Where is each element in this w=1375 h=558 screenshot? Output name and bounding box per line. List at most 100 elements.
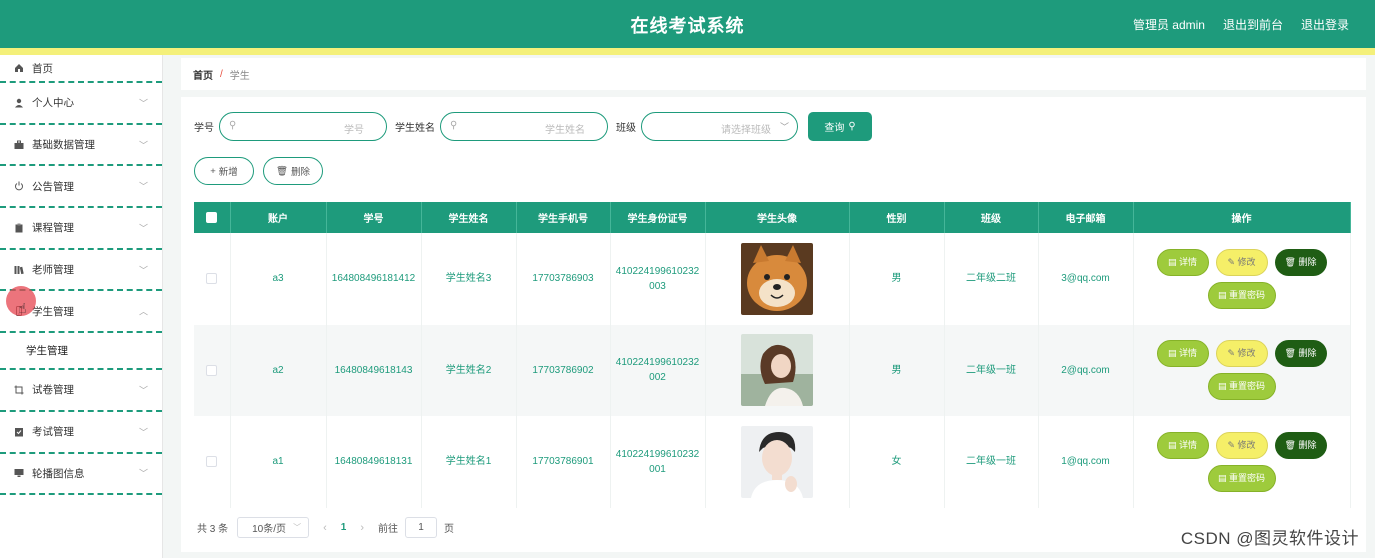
- document-icon: ▤: [1217, 472, 1229, 483]
- goto-page-input[interactable]: 1: [405, 517, 438, 538]
- logout-link[interactable]: 退出登录: [1301, 16, 1349, 33]
- query-button[interactable]: 查询 ⚲: [808, 112, 872, 141]
- select-all-checkbox[interactable]: [206, 211, 218, 223]
- admin-user-label[interactable]: 管理员 admin: [1133, 16, 1205, 33]
- detail-button[interactable]: ▤ 详情: [1156, 431, 1209, 459]
- delete-button-label: 删除: [1298, 439, 1317, 450]
- row-select-cell[interactable]: [194, 324, 231, 416]
- breadcrumb: 首页 / 学生: [181, 58, 1366, 90]
- breadcrumb-home[interactable]: 首页: [193, 67, 213, 82]
- gender-cell: 女: [849, 416, 945, 508]
- class-select[interactable]: 请选择班级 ﹀: [641, 112, 798, 141]
- sidebar-item-carousel[interactable]: 轮播图信息 ﹀: [0, 454, 162, 496]
- clipboard-icon: [14, 223, 24, 233]
- next-page-icon[interactable]: ›: [360, 522, 364, 534]
- shiba-dog-avatar: [741, 242, 813, 315]
- prev-page-icon[interactable]: ‹: [323, 522, 327, 534]
- name-cell: 学生姓名2: [421, 324, 517, 416]
- document-icon: ▤: [1167, 439, 1179, 450]
- power-icon: [14, 181, 24, 191]
- sidebar-subitem-student[interactable]: 学生管理: [0, 333, 162, 371]
- add-button[interactable]: + 新增: [194, 157, 254, 185]
- sidebar-item-profile[interactable]: 个人中心 ﹀: [0, 83, 162, 125]
- reset-password-label: 重置密码: [1229, 289, 1266, 300]
- student-name-input[interactable]: ⚲ 学生姓名: [440, 112, 608, 141]
- watermark: CSDN @图灵软件设计: [1180, 529, 1359, 548]
- sidebar-item-label: 公告管理: [32, 180, 74, 193]
- edit-button[interactable]: ✎ 修改: [1215, 431, 1268, 459]
- girl-portrait-avatar: [741, 334, 813, 407]
- edit-button[interactable]: ✎ 修改: [1215, 340, 1268, 368]
- delete-button[interactable]: 🗑 删除: [1274, 431, 1327, 459]
- table-row: a2 16480849618143 学生姓名2 17703786902 4102…: [194, 324, 1351, 416]
- email-cell: 3@qq.com: [1038, 233, 1134, 325]
- document-icon: ▤: [1167, 256, 1179, 267]
- action-bar: + 新增 🗑 删除: [194, 157, 323, 185]
- class-cell: 二年级一班: [944, 324, 1039, 416]
- name-cell: 学生姓名3: [421, 233, 517, 325]
- column-header: 学生姓名: [421, 202, 517, 233]
- sidebar-item-label: 学生管理: [26, 345, 68, 358]
- class-cell: 二年级二班: [944, 233, 1039, 325]
- chevron-down-icon: ﹀: [138, 98, 148, 109]
- page-unit-label: 页: [444, 524, 455, 535]
- avatar-cell: [705, 324, 850, 416]
- sidebar-item-paper[interactable]: 试卷管理 ﹀: [0, 370, 162, 412]
- chevron-down-icon: ﹀: [138, 265, 148, 276]
- search-icon: ⚲: [848, 121, 856, 132]
- student-no-cell: 164808496181412: [326, 233, 422, 325]
- email-cell: 1@qq.com: [1038, 416, 1134, 508]
- chevron-down-icon: ﹀: [138, 385, 148, 396]
- row-checkbox[interactable]: [206, 273, 218, 285]
- sidebar-item-teacher[interactable]: 老师管理 ﹀: [0, 250, 162, 292]
- crop-icon: [14, 385, 24, 395]
- user-icon: [14, 98, 24, 108]
- sidebar-item-course[interactable]: 课程管理 ﹀: [0, 208, 162, 250]
- account-cell: a2: [230, 324, 327, 416]
- id-card-cell: 410224199610232001: [610, 416, 706, 508]
- email-cell: 2@qq.com: [1038, 324, 1134, 416]
- goto-page-value: 1: [418, 522, 424, 533]
- reset-password-label: 重置密码: [1229, 381, 1266, 392]
- id-card-cell: 410224199610232003: [610, 233, 706, 325]
- page-size-select[interactable]: 10条/页 ﹀: [237, 517, 310, 538]
- row-select-cell[interactable]: [194, 416, 231, 508]
- monitor-icon: [14, 468, 24, 478]
- student-no-placeholder: 学号: [344, 125, 364, 136]
- column-header: 学生身份证号: [610, 202, 706, 233]
- delete-button[interactable]: 🗑 删除: [1274, 248, 1327, 276]
- front-page-link[interactable]: 退出到前台: [1223, 16, 1283, 33]
- sidebar-item-home[interactable]: 首页: [0, 55, 162, 83]
- pencil-icon: ✎: [1227, 439, 1238, 450]
- student-no-cell: 16480849618143: [326, 324, 422, 416]
- reset-password-button[interactable]: ▤ 重置密码: [1207, 281, 1276, 309]
- reset-password-button[interactable]: ▤ 重置密码: [1207, 373, 1276, 401]
- select-all-cell[interactable]: [194, 202, 231, 233]
- operations-cell: ▤ 详情 ✎ 修改 🗑 删除 ▤ 重置密码: [1133, 324, 1351, 416]
- current-page-number[interactable]: 1: [341, 522, 347, 533]
- home-icon: [14, 63, 24, 73]
- sidebar-item-notice[interactable]: 公告管理 ﹀: [0, 166, 162, 209]
- batch-delete-label: 删除: [291, 167, 311, 178]
- row-checkbox[interactable]: [206, 364, 218, 376]
- detail-button[interactable]: ▤ 详情: [1156, 248, 1209, 276]
- reset-password-button[interactable]: ▤ 重置密码: [1207, 464, 1276, 492]
- gender-cell: 男: [849, 233, 945, 325]
- student-no-input[interactable]: ⚲ 学号: [219, 112, 387, 141]
- hand-cursor-icon: ☝: [18, 300, 27, 316]
- header-accent-bar: [0, 48, 1375, 55]
- batch-delete-button[interactable]: 🗑 删除: [263, 157, 323, 185]
- edit-button[interactable]: ✎ 修改: [1215, 248, 1268, 276]
- sidebar-item-base-data[interactable]: 基础数据管理 ﹀: [0, 125, 162, 167]
- trash-icon: 🗑: [1284, 348, 1299, 359]
- detail-button[interactable]: ▤ 详情: [1156, 340, 1209, 368]
- phone-cell: 17703786902: [516, 324, 611, 416]
- account-cell: a1: [230, 416, 327, 508]
- total-count: 共 3 条: [197, 524, 229, 535]
- delete-button[interactable]: 🗑 删除: [1274, 340, 1327, 368]
- row-select-cell[interactable]: [194, 233, 231, 325]
- sidebar-item-exam[interactable]: 考试管理 ﹀: [0, 412, 162, 454]
- sidebar-item-label: 学生管理: [32, 305, 74, 318]
- table-row: a3 164808496181412 学生姓名3 17703786903 410…: [194, 233, 1351, 325]
- row-checkbox[interactable]: [206, 456, 218, 468]
